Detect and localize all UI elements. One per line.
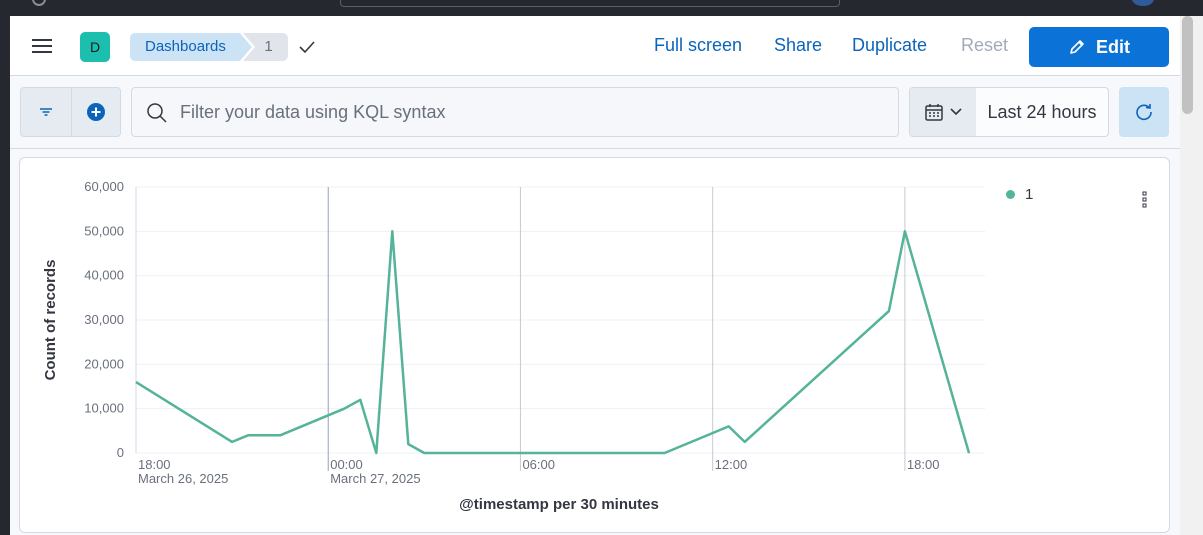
data-point bbox=[744, 441, 746, 443]
y-tick-label: 50,000 bbox=[84, 223, 124, 238]
visualization-panel: 0 10,000 20,000 30,000 40,000 50,000 60,000 18:… bbox=[19, 157, 1170, 533]
filter-icon bbox=[39, 108, 52, 116]
legend-swatch bbox=[1006, 190, 1015, 199]
user-avatar[interactable] bbox=[1132, 0, 1154, 6]
full-screen-button[interactable]: Full screen bbox=[654, 35, 742, 56]
edit-button[interactable]: Edit bbox=[1029, 27, 1169, 67]
dashboard-header: D Dashboards 1 Full screen Share Duplica… bbox=[10, 16, 1180, 76]
x-tick-sublabel: March 27, 2025 bbox=[330, 471, 420, 486]
legend-label: 1 bbox=[1025, 186, 1034, 203]
search-icon bbox=[147, 103, 167, 123]
data-point bbox=[728, 425, 730, 427]
data-point bbox=[968, 452, 970, 454]
data-point bbox=[904, 230, 906, 232]
duplicate-button[interactable]: Duplicate bbox=[852, 35, 927, 56]
x-tick-label: 18:00 bbox=[907, 457, 940, 472]
time-range-label[interactable]: Last 24 hours bbox=[976, 88, 1108, 136]
filter-controls bbox=[20, 87, 121, 137]
y-tick-label: 40,000 bbox=[84, 268, 124, 283]
x-axis-title: @timestamp per 30 minutes bbox=[459, 496, 659, 513]
scrollbar-thumb[interactable] bbox=[1182, 16, 1193, 114]
x-tick-label: 18:00 bbox=[138, 457, 171, 472]
vertical-dots-icon[interactable] bbox=[1140, 190, 1150, 208]
refresh-button[interactable] bbox=[1119, 87, 1169, 137]
reset-button[interactable]: Reset bbox=[961, 35, 1008, 56]
y-tick-label: 0 bbox=[117, 445, 124, 460]
kql-query-field bbox=[131, 87, 899, 137]
data-point bbox=[359, 399, 361, 401]
plus-circle-icon bbox=[86, 103, 105, 121]
data-point bbox=[343, 408, 345, 410]
date-picker: Last 24 hours bbox=[909, 87, 1109, 137]
share-button[interactable]: Share bbox=[774, 35, 822, 56]
data-point bbox=[375, 452, 377, 454]
pencil-icon bbox=[1070, 40, 1084, 54]
refresh-icon bbox=[1136, 104, 1152, 121]
breadcrumb-dashboards[interactable]: Dashboards bbox=[130, 33, 252, 61]
add-filter-button[interactable] bbox=[70, 88, 121, 136]
y-tick-label: 60,000 bbox=[84, 179, 124, 194]
y-axis-title: Count of records bbox=[42, 260, 59, 381]
data-point bbox=[231, 441, 233, 443]
menu-icon[interactable] bbox=[32, 36, 56, 56]
edit-button-label: Edit bbox=[1096, 36, 1130, 57]
dashboard-app: D Dashboards 1 Full screen Share Duplica… bbox=[10, 16, 1180, 535]
x-tick-label: 00:00 bbox=[330, 457, 363, 472]
calendar-icon bbox=[925, 104, 943, 121]
quick-date-menu-button[interactable] bbox=[910, 88, 976, 136]
page-scrollbar[interactable] bbox=[1180, 16, 1203, 535]
global-search-field[interactable] bbox=[340, 0, 840, 7]
x-tick-sublabel: March 26, 2025 bbox=[138, 471, 228, 486]
data-point bbox=[135, 381, 137, 383]
filter-options-button[interactable] bbox=[21, 88, 71, 136]
line-chart: 0 10,000 20,000 30,000 40,000 50,000 60,000 18:… bbox=[42, 179, 985, 513]
series-line bbox=[135, 230, 971, 455]
kql-search-input[interactable] bbox=[180, 88, 880, 136]
top-system-bar bbox=[0, 0, 1203, 16]
data-point bbox=[423, 452, 425, 454]
y-tick-label: 20,000 bbox=[84, 356, 124, 371]
data-point bbox=[664, 452, 666, 454]
check-icon[interactable] bbox=[298, 38, 316, 56]
legend-item[interactable]: 1 bbox=[1006, 186, 1033, 203]
data-point bbox=[279, 434, 281, 436]
x-tick-label: 06:00 bbox=[522, 457, 555, 472]
data-point bbox=[247, 434, 249, 436]
chevron-down-icon bbox=[950, 108, 962, 116]
data-point bbox=[519, 452, 521, 454]
y-tick-label: 30,000 bbox=[84, 312, 124, 327]
data-point bbox=[407, 443, 409, 445]
data-point bbox=[888, 310, 890, 312]
query-bar-divider bbox=[10, 148, 1180, 149]
data-point bbox=[391, 230, 393, 232]
y-tick-label: 10,000 bbox=[84, 401, 124, 416]
x-tick-label: 12:00 bbox=[715, 457, 748, 472]
app-logo-icon[interactable] bbox=[32, 0, 46, 6]
data-point bbox=[439, 452, 441, 454]
space-avatar[interactable]: D bbox=[80, 32, 110, 62]
